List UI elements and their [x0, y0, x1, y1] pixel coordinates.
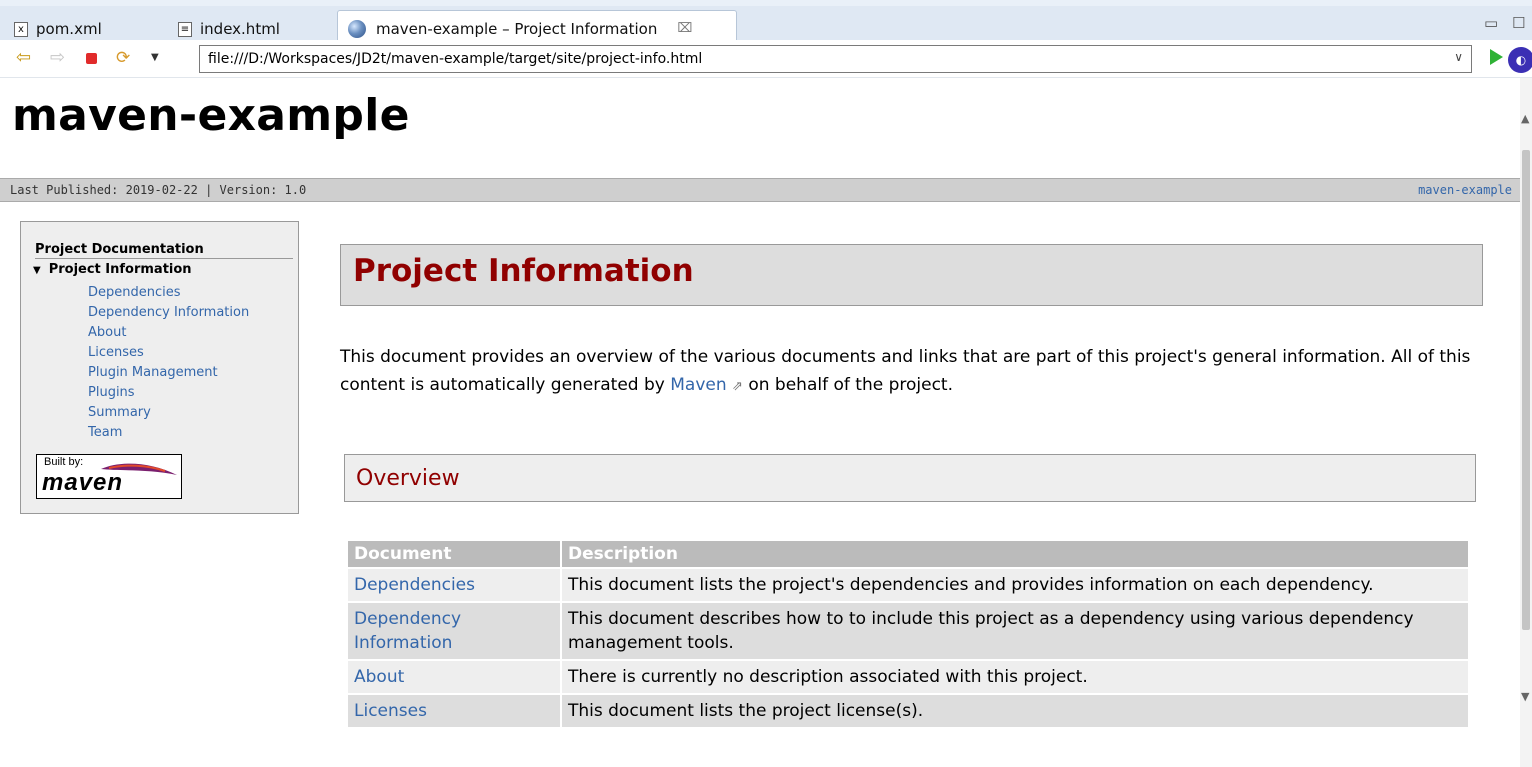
forward-arrow-icon[interactable]: ⇨	[50, 48, 65, 68]
overview-heading: Overview	[344, 454, 1476, 502]
close-tab-icon[interactable]: ⌧	[677, 21, 692, 36]
document-link[interactable]: Dependency Information	[348, 603, 560, 659]
table-row: Licenses This document lists the project…	[348, 695, 1468, 727]
go-play-icon[interactable]	[1490, 49, 1503, 65]
url-dropdown-icon[interactable]: ∨	[1454, 50, 1463, 64]
nav-current-label: Project Information	[48, 262, 192, 277]
browser-toolbar: ⇦ ⇨ ⟳ ▼ file:///D:/Workspaces/JD2t/maven…	[0, 40, 1532, 78]
document-link[interactable]: Dependencies	[348, 569, 560, 601]
table-row: About There is currently no description …	[348, 661, 1468, 693]
document-description: This document lists the project license(…	[562, 695, 1468, 727]
page-heading: Project Information	[340, 244, 1483, 306]
built-by-maven-badge[interactable]: Built by: maven	[36, 454, 182, 499]
column-header-document: Document	[348, 541, 560, 567]
chevron-down-icon[interactable]: ▼	[151, 48, 159, 68]
vertical-scrollbar[interactable]: ▲ ▼	[1520, 78, 1532, 767]
nav-item-plugins[interactable]: Plugins	[88, 383, 249, 403]
nav-item-about[interactable]: About	[88, 323, 249, 343]
stop-icon[interactable]	[86, 53, 97, 64]
page-heading-text: Project Information	[353, 253, 694, 289]
tab-label: pom.xml	[36, 20, 102, 38]
nav-item-summary[interactable]: Summary	[88, 403, 249, 423]
scroll-thumb[interactable]	[1522, 150, 1530, 630]
document-link[interactable]: Licenses	[348, 695, 560, 727]
web-page: maven-example Last Published: 2019-02-22…	[0, 78, 1520, 767]
badge-built-by: Built by:	[44, 456, 84, 468]
nav-item-dependencies[interactable]: Dependencies	[88, 283, 249, 303]
nav-list: Dependencies Dependency Information Abou…	[88, 283, 249, 443]
overview-table: Document Description Dependencies This d…	[346, 539, 1470, 729]
tab-label: index.html	[200, 20, 280, 38]
nav-current-section[interactable]: ▼ Project Information	[33, 262, 192, 277]
document-link[interactable]: About	[348, 661, 560, 693]
url-input[interactable]: file:///D:/Workspaces/JD2t/maven-example…	[199, 45, 1472, 73]
expanded-triangle-icon: ▼	[33, 265, 45, 276]
column-header-description: Description	[562, 541, 1468, 567]
html-file-icon: ≡	[178, 21, 192, 37]
badge-maven-text: maven	[42, 469, 124, 496]
document-description: This document lists the project's depend…	[562, 569, 1468, 601]
back-arrow-icon[interactable]: ⇦	[16, 48, 31, 68]
document-description: There is currently no description associ…	[562, 661, 1468, 693]
xml-file-icon: x	[14, 21, 28, 37]
table-header-row: Document Description	[348, 541, 1468, 567]
scroll-down-icon[interactable]: ▼	[1521, 690, 1529, 703]
tab-label: maven-example – Project Information	[376, 19, 658, 38]
url-text: file:///D:/Workspaces/JD2t/maven-example…	[208, 51, 703, 67]
eclipse-icon[interactable]: ◐	[1508, 47, 1532, 73]
external-link-icon: ⇗	[732, 379, 743, 394]
nav-heading: Project Documentation	[35, 242, 293, 259]
main-content: Project Information This document provid…	[340, 78, 1500, 767]
maximize-icon[interactable]: ☐	[1512, 14, 1525, 32]
table-row: Dependency Information This document des…	[348, 603, 1468, 659]
published-info: Last Published: 2019-02-22 | Version: 1.…	[10, 183, 307, 197]
refresh-icon[interactable]: ⟳	[116, 48, 130, 68]
intro-paragraph: This document provides an overview of th…	[340, 343, 1490, 401]
left-navigation: Project Documentation ▼ Project Informat…	[20, 221, 299, 514]
editor-tab-bar: x pom.xml ≡ index.html maven-example – P…	[0, 0, 1532, 46]
overview-heading-text: Overview	[356, 466, 460, 491]
nav-item-plugin-management[interactable]: Plugin Management	[88, 363, 249, 383]
minimize-icon[interactable]: ▭	[1484, 14, 1498, 32]
scroll-up-icon[interactable]: ▲	[1521, 112, 1529, 125]
globe-icon	[348, 19, 366, 38]
intro-text-after: on behalf of the project.	[742, 375, 953, 395]
nav-item-team[interactable]: Team	[88, 423, 249, 443]
document-description: This document describes how to to includ…	[562, 603, 1468, 659]
table-row: Dependencies This document lists the pro…	[348, 569, 1468, 601]
nav-item-dependency-information[interactable]: Dependency Information	[88, 303, 249, 323]
maven-link[interactable]: Maven	[670, 375, 726, 395]
nav-item-licenses[interactable]: Licenses	[88, 343, 249, 363]
